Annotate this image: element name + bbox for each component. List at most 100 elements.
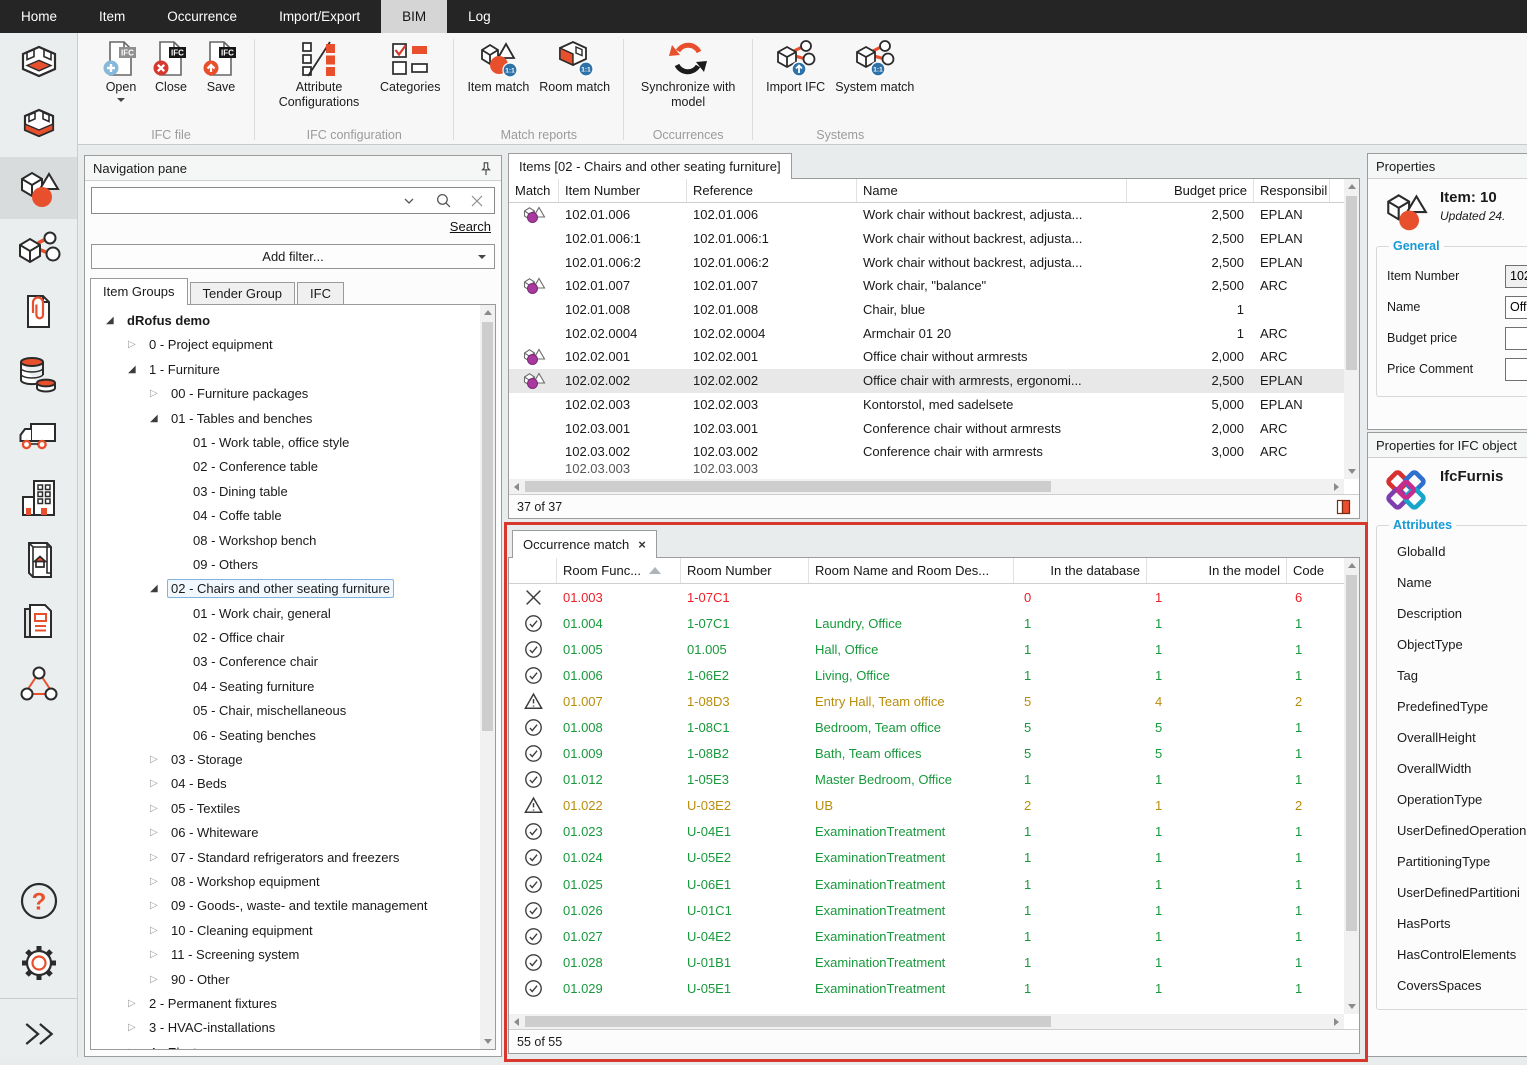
name-field[interactable] bbox=[1505, 296, 1527, 319]
scroll-right-arrow[interactable] bbox=[1329, 479, 1344, 494]
ribbon-button-item-match[interactable]: 1:1Item match bbox=[462, 36, 534, 97]
tree-expander-icon[interactable]: ▷ bbox=[150, 943, 158, 967]
tree-vertical-scrollbar[interactable] bbox=[480, 305, 495, 1049]
tree-item-09-others[interactable]: 09 - Others bbox=[91, 553, 495, 577]
menu-item-log[interactable]: Log bbox=[447, 0, 512, 33]
ribbon-button-system-match[interactable]: 1:1System match bbox=[830, 36, 919, 97]
tree-expander-icon[interactable]: ▷ bbox=[150, 870, 158, 894]
ribbon-button-import-ifc[interactable]: Import IFC bbox=[761, 36, 830, 97]
ribbon-button-close[interactable]: IFCClose bbox=[146, 36, 196, 97]
tree-item-2-permanent-fixtures[interactable]: ▷2 - Permanent fixtures bbox=[91, 992, 495, 1016]
tree-item-01-work-table-office-style[interactable]: 01 - Work table, office style bbox=[91, 431, 495, 455]
close-tab-icon[interactable]: × bbox=[638, 537, 646, 552]
tree-item-03-dining-table[interactable]: 03 - Dining table bbox=[91, 480, 495, 504]
pin-icon[interactable] bbox=[479, 161, 493, 176]
occurrence-table-row[interactable]: 01.026U-01C1ExaminationTreatment111 bbox=[509, 897, 1359, 923]
tree-item-06-seating-benches[interactable]: 06 - Seating benches bbox=[91, 724, 495, 748]
menu-item-import-export[interactable]: Import/Export bbox=[258, 0, 381, 33]
tree-expander-icon[interactable]: ▷ bbox=[150, 846, 158, 870]
sidebar-settings-button[interactable] bbox=[0, 932, 77, 994]
tree-expander-icon[interactable]: ▷ bbox=[128, 992, 136, 1016]
items-table-row[interactable]: 102.03.002102.03.002Conference chair wit… bbox=[509, 440, 1359, 464]
occurrence-horizontal-scrollbar[interactable] bbox=[509, 1014, 1344, 1029]
occurrence-table-row[interactable]: 01.0041-07C1Laundry, Office111 bbox=[509, 610, 1359, 636]
scroll-left-arrow[interactable] bbox=[509, 1014, 524, 1029]
tree-item-09-goods-waste-and-textile-management[interactable]: ▷09 - Goods-, waste- and textile managem… bbox=[91, 894, 495, 918]
occurrence-table-row[interactable]: 01.027U-04E2ExaminationTreatment111 bbox=[509, 923, 1359, 949]
occurrence-table-row[interactable]: 01.00501.005Hall, Office111 bbox=[509, 636, 1359, 662]
tree-expander-icon[interactable]: ▷ bbox=[150, 382, 158, 406]
menu-item-bim[interactable]: BIM bbox=[381, 0, 447, 33]
tree-item-01-tables-and-benches[interactable]: ◢01 - Tables and benches bbox=[91, 407, 495, 431]
occurrence-vertical-scrollbar[interactable] bbox=[1344, 558, 1359, 1014]
search-link[interactable]: Search bbox=[450, 219, 491, 234]
sidebar-relations-button[interactable] bbox=[0, 653, 77, 715]
occurrence-table-row[interactable]: 01.023U-04E1ExaminationTreatment111 bbox=[509, 819, 1359, 845]
tree-expander-icon[interactable]: ◢ bbox=[106, 309, 114, 333]
tree-item-1-furniture[interactable]: ◢1 - Furniture bbox=[91, 358, 495, 382]
tree-item-05-textiles[interactable]: ▷05 - Textiles bbox=[91, 797, 495, 821]
items-table-row[interactable]: 102.01.008102.01.008Chair, blue1 bbox=[509, 298, 1359, 322]
occurrence-table-row[interactable]: 01.0071-08D3Entry Hall, Team office542 bbox=[509, 688, 1359, 714]
tree-item-01-work-chair-general[interactable]: 01 - Work chair, general bbox=[91, 602, 495, 626]
tree-item-06-whiteware[interactable]: ▷06 - Whiteware bbox=[91, 821, 495, 845]
tree-item-04-coffe-table[interactable]: 04 - Coffe table bbox=[91, 504, 495, 528]
ribbon-button-attribute-configurations[interactable]: Attribute Configurations bbox=[263, 36, 375, 111]
tree-item-drofus-demo[interactable]: ◢dRofus demo bbox=[91, 309, 495, 333]
scroll-down-arrow[interactable] bbox=[1344, 999, 1359, 1014]
occurrence-match-tab[interactable]: Occurrence match × bbox=[512, 530, 657, 558]
ribbon-button-categories[interactable]: Categories bbox=[375, 36, 445, 97]
items-tab[interactable]: Items [02 - Chairs and other seating fur… bbox=[508, 153, 792, 179]
tree-expander-icon[interactable]: ▷ bbox=[150, 821, 158, 845]
items-column-match[interactable]: Match bbox=[509, 179, 559, 202]
items-table-row[interactable]: 102.01.007102.01.007Work chair, "balance… bbox=[509, 274, 1359, 298]
tree-expander-icon[interactable]: ▷ bbox=[150, 894, 158, 918]
occurrence-table-row[interactable]: 01.029U-05E1ExaminationTreatment111 bbox=[509, 975, 1359, 1001]
menu-item-item[interactable]: Item bbox=[78, 0, 146, 33]
nav-tab-item-groups[interactable]: Item Groups bbox=[90, 278, 188, 305]
tree-expander-icon[interactable]: ▷ bbox=[128, 1041, 136, 1050]
items-table-row[interactable]: 102.01.006102.01.006Work chair without b… bbox=[509, 203, 1359, 227]
sidebar-bim-book-button[interactable] bbox=[0, 529, 77, 591]
tree-expander-icon[interactable]: ▷ bbox=[150, 797, 158, 821]
items-table-row[interactable]: 102.02.003102.02.003Kontorstol, med sade… bbox=[509, 393, 1359, 417]
scroll-right-arrow[interactable] bbox=[1329, 1014, 1344, 1029]
nav-tab-tender-group[interactable]: Tender Group bbox=[190, 282, 296, 305]
scrollbar-thumb[interactable] bbox=[1346, 575, 1357, 931]
scrollbar-thumb[interactable] bbox=[482, 322, 493, 731]
tree-expander-icon[interactable]: ◢ bbox=[150, 407, 158, 431]
scrollbar-thumb[interactable] bbox=[525, 481, 1051, 492]
tree-item-03-conference-chair[interactable]: 03 - Conference chair bbox=[91, 650, 495, 674]
sidebar-attachments-button[interactable] bbox=[0, 281, 77, 343]
tree-expander-icon[interactable]: ▷ bbox=[150, 772, 158, 796]
sidebar-rooms-button[interactable] bbox=[0, 33, 77, 95]
clear-search-icon[interactable] bbox=[460, 188, 494, 213]
nav-tab-ifc[interactable]: IFC bbox=[297, 282, 344, 305]
items-table-row-partial[interactable]: 102.03.003102.03.003 bbox=[509, 464, 1359, 474]
search-input[interactable] bbox=[92, 189, 392, 212]
occurrence-column-room-number[interactable]: Room Number bbox=[681, 558, 809, 583]
occurrence-table-row[interactable]: 01.0061-06E2Living, Office111 bbox=[509, 662, 1359, 688]
items-table-row[interactable]: 102.01.006:1102.01.006:1Work chair witho… bbox=[509, 227, 1359, 251]
tree-item-11-screening-system[interactable]: ▷11 - Screening system bbox=[91, 943, 495, 967]
ribbon-button-open[interactable]: IFCOpen bbox=[96, 36, 146, 104]
sidebar-systems-button[interactable] bbox=[0, 219, 77, 281]
price-comment-field[interactable] bbox=[1505, 358, 1527, 381]
add-filter-button[interactable]: Add filter... bbox=[91, 244, 495, 269]
tree-item-07-standard-refrigerators-and-freezers[interactable]: ▷07 - Standard refrigerators and freezer… bbox=[91, 846, 495, 870]
occurrence-column-room-func[interactable]: Room Func... bbox=[557, 558, 681, 583]
tree-item-08-workshop-bench[interactable]: 08 - Workshop bench bbox=[91, 529, 495, 553]
scroll-up-arrow[interactable] bbox=[480, 305, 495, 320]
tree-item-02-office-chair[interactable]: 02 - Office chair bbox=[91, 626, 495, 650]
tree-item-04-beds[interactable]: ▷04 - Beds bbox=[91, 772, 495, 796]
scrollbar-thumb[interactable] bbox=[1346, 196, 1357, 370]
ribbon-button-save[interactable]: IFCSave bbox=[196, 36, 246, 97]
occurrence-column-in-the-database[interactable]: In the database bbox=[1014, 558, 1147, 583]
chevron-down-icon[interactable] bbox=[392, 188, 426, 213]
tree-expander-icon[interactable]: ▷ bbox=[128, 333, 136, 357]
sidebar-logistics-button[interactable] bbox=[0, 405, 77, 467]
ribbon-button-room-match[interactable]: 1:1Room match bbox=[534, 36, 615, 97]
occurrence-table-row[interactable]: 01.0121-05E3Master Bedroom, Office111 bbox=[509, 767, 1359, 793]
sidebar-expand-button[interactable] bbox=[0, 1003, 77, 1065]
occurrence-column-code[interactable]: Code bbox=[1287, 558, 1345, 583]
